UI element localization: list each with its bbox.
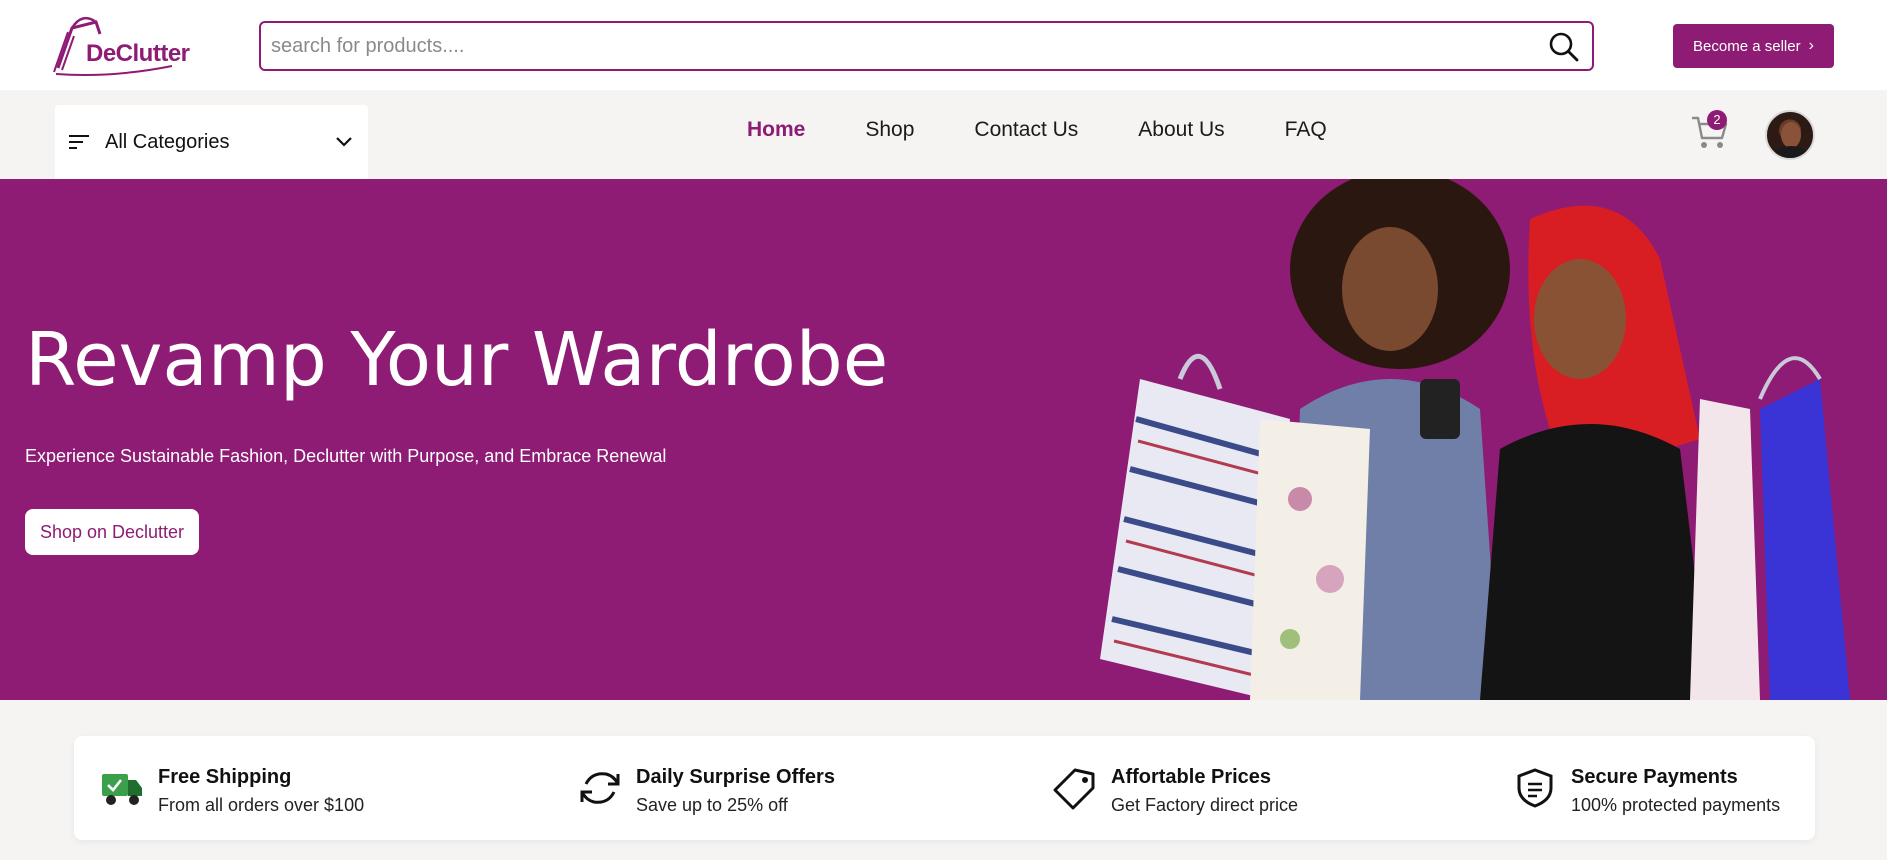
feature-affordable-prices: Affortable Prices Get Factory direct pri… bbox=[1053, 766, 1298, 816]
all-categories-dropdown[interactable]: All Categories bbox=[55, 105, 368, 179]
search-input[interactable] bbox=[271, 23, 1511, 69]
feature-free-shipping: Free Shipping From all orders over $100 bbox=[100, 766, 364, 816]
filter-lines-icon bbox=[69, 135, 89, 149]
nav-shop[interactable]: Shop bbox=[865, 118, 914, 142]
logo-text: DeClutter bbox=[86, 40, 190, 67]
truck-icon bbox=[102, 774, 142, 805]
avatar-face bbox=[1781, 122, 1801, 148]
feature-daily-offers: Daily Surprise Offers Save up to 25% off bbox=[578, 766, 835, 816]
features-strip: Free Shipping From all orders over $100 … bbox=[74, 736, 1815, 840]
feature-title: Affortable Prices bbox=[1111, 766, 1272, 788]
all-categories-label: All Categories bbox=[105, 130, 230, 153]
hero-title: Revamp Your Wardrobe bbox=[25, 317, 889, 403]
feature-desc: 100% protected payments bbox=[1571, 795, 1781, 815]
nav-home[interactable]: Home bbox=[747, 118, 805, 142]
become-seller-label: Become a seller bbox=[1693, 37, 1801, 55]
feature-desc: Save up to 25% off bbox=[636, 795, 788, 815]
user-avatar[interactable] bbox=[1765, 110, 1815, 160]
hero-banner: Revamp Your Wardrobe Experience Sustaina… bbox=[0, 179, 1887, 700]
search-icon[interactable] bbox=[1548, 31, 1580, 63]
main-nav: Home Shop Contact Us About Us FAQ bbox=[747, 118, 1327, 142]
shield-payment-icon bbox=[1517, 768, 1553, 808]
nav-faq[interactable]: FAQ bbox=[1285, 118, 1327, 142]
feature-title: Secure Payments bbox=[1571, 766, 1738, 788]
hero-subtitle: Experience Sustainable Fashion, Declutte… bbox=[25, 446, 667, 466]
shopping-women-image bbox=[1100, 179, 1850, 700]
feature-title: Free Shipping bbox=[158, 766, 292, 788]
feature-secure-payments: Secure Payments 100% protected payments bbox=[1513, 766, 1780, 816]
refresh-icon bbox=[580, 772, 620, 804]
shop-on-declutter-button[interactable]: Shop on Declutter bbox=[25, 509, 199, 555]
top-header: DeClutter Become a seller › bbox=[0, 0, 1887, 90]
nav-about-us[interactable]: About Us bbox=[1138, 118, 1224, 142]
feature-title: Daily Surprise Offers bbox=[636, 766, 835, 788]
avatar-body bbox=[1773, 146, 1809, 158]
feature-desc: Get Factory direct price bbox=[1111, 795, 1299, 815]
nav-bar: All Categories Home Shop Contact Us Abou… bbox=[0, 90, 1887, 179]
nav-contact-us[interactable]: Contact Us bbox=[974, 118, 1078, 142]
search-bar bbox=[259, 21, 1594, 71]
feature-desc: From all orders over $100 bbox=[158, 795, 365, 815]
cart-count-badge: 2 bbox=[1707, 110, 1727, 130]
become-seller-button[interactable]: Become a seller › bbox=[1673, 24, 1834, 68]
chevron-down-icon bbox=[336, 137, 352, 147]
chevron-right-icon: › bbox=[1808, 37, 1814, 54]
price-tag-icon bbox=[1053, 768, 1095, 810]
declutter-logo[interactable]: DeClutter bbox=[52, 12, 190, 78]
